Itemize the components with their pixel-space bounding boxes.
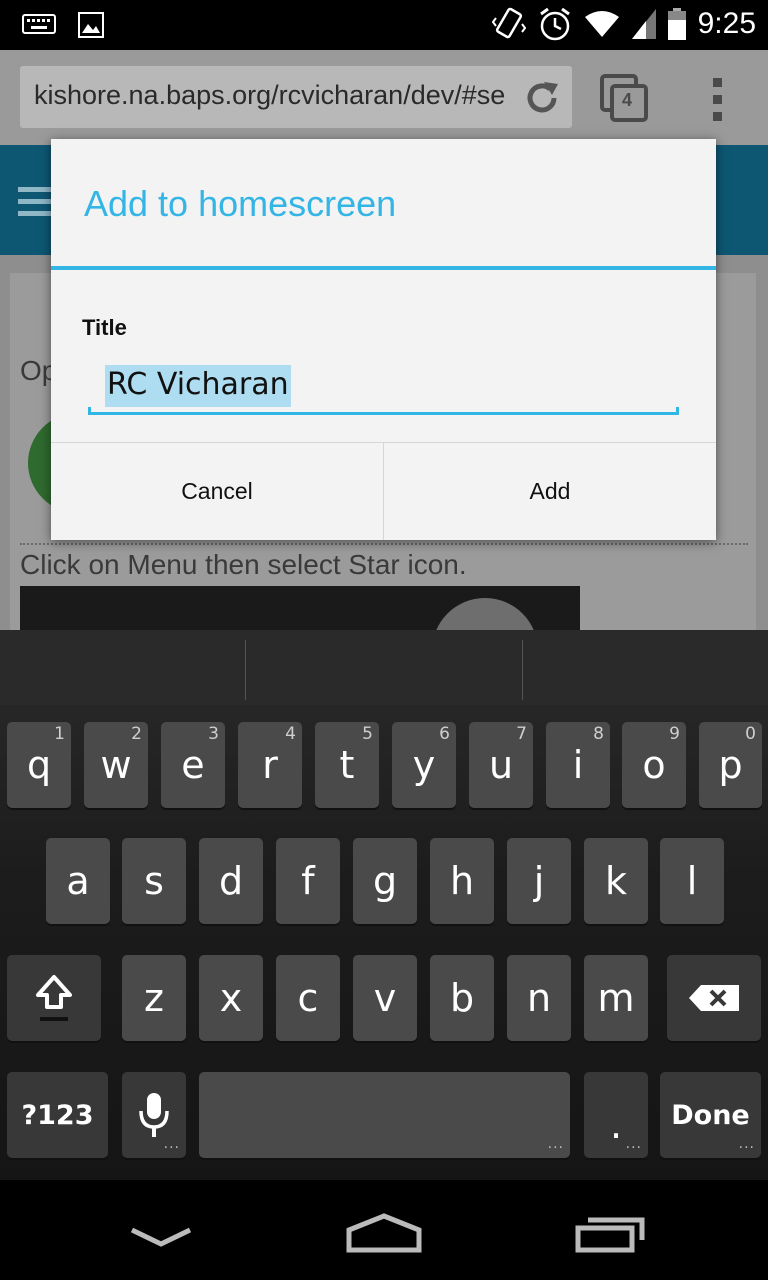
wifi-icon [584, 11, 619, 37]
input-underline [88, 407, 679, 415]
key-g[interactable]: g [353, 838, 417, 924]
divider [20, 543, 748, 545]
dialog-buttons: Cancel Add [51, 442, 716, 540]
key-t[interactable]: t5 [315, 722, 379, 808]
title-field-label: Title [82, 315, 127, 340]
page-instruction: Click on Menu then select Star icon. [20, 549, 467, 580]
suggestion-strip [0, 630, 768, 705]
key-b[interactable]: b [430, 955, 494, 1041]
key-q[interactable]: q1 [7, 722, 71, 808]
overflow-menu-icon[interactable] [708, 76, 728, 124]
keyboard-icon [22, 14, 56, 34]
status-bar: 9:25 [0, 0, 768, 50]
soft-keyboard: q1 w2 e3 r4 t5 y6 u7 i8 o9 p0 a s d f g … [0, 630, 768, 1180]
key-u[interactable]: u7 [469, 722, 533, 808]
shift-key[interactable] [7, 955, 101, 1041]
voice-input-key[interactable]: ··· [122, 1072, 186, 1158]
tab-count: 4 [622, 90, 633, 110]
signal-icon [631, 9, 656, 39]
key-r[interactable]: r4 [238, 722, 302, 808]
status-time: 9:25 [697, 7, 756, 40]
key-f[interactable]: f [276, 838, 340, 924]
period-key[interactable]: . ··· [584, 1072, 648, 1158]
shift-icon [36, 975, 72, 1021]
url-bar[interactable]: kishore.na.baps.org/rcvicharan/dev/#se [20, 66, 572, 128]
key-p[interactable]: p0 [699, 722, 762, 808]
key-n[interactable]: n [507, 955, 571, 1041]
space-bar[interactable]: ··· [199, 1072, 570, 1158]
key-l[interactable]: l [660, 838, 724, 924]
tab-switcher-button[interactable]: 4 [600, 74, 650, 122]
key-o[interactable]: o9 [622, 722, 686, 808]
reload-icon[interactable] [522, 78, 562, 118]
backspace-key[interactable] [667, 955, 761, 1041]
key-m[interactable]: m [584, 955, 648, 1041]
key-z[interactable]: z [122, 955, 186, 1041]
key-k[interactable]: k [584, 838, 648, 924]
key-a[interactable]: a [46, 838, 110, 924]
key-x[interactable]: x [199, 955, 263, 1041]
recent-apps-icon[interactable] [574, 1216, 646, 1254]
title-input-value: RC Vicharan [105, 365, 291, 407]
back-down-icon[interactable] [128, 1224, 194, 1248]
key-j[interactable]: j [507, 838, 571, 924]
title-input[interactable]: RC Vicharan [88, 361, 679, 415]
page-screenshot-image [20, 586, 580, 630]
key-i[interactable]: i8 [546, 722, 610, 808]
cancel-button[interactable]: Cancel [51, 443, 383, 540]
battery-icon [667, 8, 686, 40]
alarm-icon [539, 7, 570, 41]
add-button[interactable]: Add [383, 443, 716, 540]
dialog-title-divider [51, 266, 716, 270]
hamburger-menu-icon[interactable] [18, 187, 54, 217]
dialog-title: Add to homescreen [84, 183, 397, 224]
symbols-key[interactable]: ?123 [7, 1072, 108, 1158]
backspace-icon [689, 985, 739, 1011]
key-d[interactable]: d [199, 838, 263, 924]
key-c[interactable]: c [276, 955, 340, 1041]
browser-toolbar: kishore.na.baps.org/rcvicharan/dev/#se 4 [0, 50, 768, 145]
add-to-homescreen-dialog: Add to homescreen Title RC Vicharan Canc… [51, 139, 716, 540]
image-icon [78, 12, 104, 38]
home-icon[interactable] [346, 1212, 422, 1254]
key-v[interactable]: v [353, 955, 417, 1041]
navigation-bar [0, 1180, 768, 1280]
key-w[interactable]: w2 [84, 722, 148, 808]
done-key[interactable]: Done ··· [660, 1072, 761, 1158]
key-h[interactable]: h [430, 838, 494, 924]
key-y[interactable]: y6 [392, 722, 456, 808]
key-s[interactable]: s [122, 838, 186, 924]
vibrate-icon [491, 7, 526, 39]
url-text: kishore.na.baps.org/rcvicharan/dev/#se [34, 80, 506, 110]
microphone-icon [139, 1093, 169, 1137]
key-e[interactable]: e3 [161, 722, 225, 808]
